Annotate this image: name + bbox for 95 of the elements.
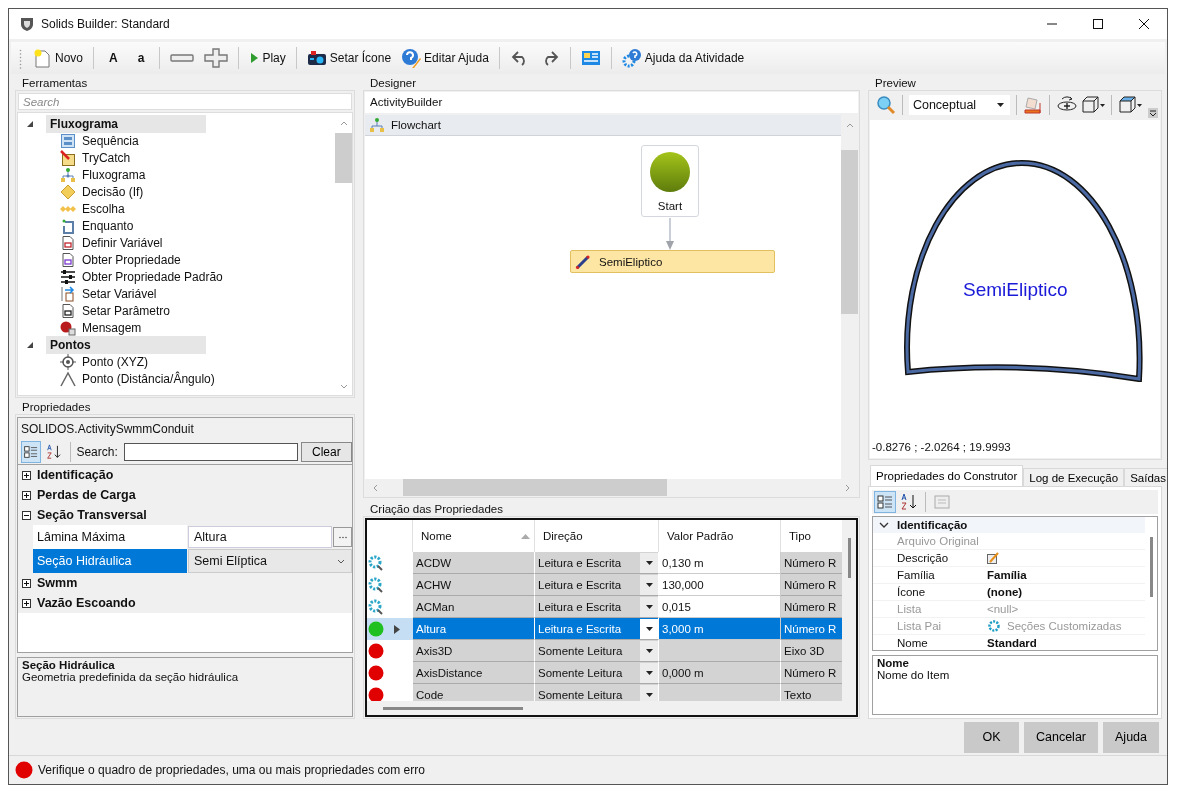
- ok-button[interactable]: OK: [964, 721, 1019, 753]
- tool-item[interactable]: Obter Propriedade: [18, 251, 335, 268]
- cancel-button[interactable]: Cancelar: [1024, 721, 1098, 753]
- table-cell: Número R: [781, 596, 842, 618]
- panel-title: Criação das Propriedades: [369, 502, 504, 516]
- font-larger-button[interactable]: A: [100, 49, 127, 67]
- shape-label: SemiEliptico: [963, 279, 1068, 301]
- status-message: Verifique o quadro de propriedades, uma ou mais propriedades com erro: [38, 763, 425, 777]
- table-cell: Altura: [413, 618, 535, 640]
- table-cell: Eixo 3D: [781, 640, 842, 662]
- tool-item[interactable]: Enquanto: [18, 217, 335, 234]
- tool-item[interactable]: Decisão (If): [18, 183, 335, 200]
- activity-help-button[interactable]: Ajuda da Atividade: [617, 46, 749, 70]
- direction-dropdown[interactable]: Leitura e Escrita: [535, 596, 659, 618]
- table-cell: Code: [413, 684, 535, 701]
- panel-title: Propriedades: [21, 400, 92, 414]
- category-header[interactable]: Fluxograma: [46, 114, 206, 133]
- direction-dropdown[interactable]: Leitura e Escrita: [535, 618, 659, 640]
- help-text: Nome do Item: [877, 669, 951, 681]
- play-button[interactable]: Play: [245, 46, 290, 70]
- set-icon-button[interactable]: Setar Ícone: [302, 46, 396, 70]
- help-text: Geometria predefinida da seção hidráulica: [22, 671, 240, 683]
- tool-item[interactable]: Escolha: [18, 200, 335, 217]
- direction-dropdown[interactable]: Leitura e Escrita: [535, 552, 659, 574]
- property-value: Seções Customizadas: [1007, 620, 1122, 632]
- property-name: Descrição: [896, 551, 950, 566]
- property-dropdown[interactable]: Semi Elíptica: [188, 549, 352, 573]
- table-cell: 3,000 m: [659, 618, 781, 640]
- table-cell: ACMan: [413, 596, 535, 618]
- category-header[interactable]: Swmm: [37, 576, 78, 590]
- table-cell: Número R: [781, 662, 842, 684]
- direction-dropdown[interactable]: Somente Leitura: [535, 662, 659, 684]
- property-name: Nome: [896, 636, 929, 650]
- tool-item[interactable]: Setar Variável: [18, 285, 335, 302]
- tool-item[interactable]: Ponto (XYZ): [18, 353, 335, 370]
- object-name: SOLIDOS.ActivitySwmmConduit: [20, 421, 195, 438]
- tool-item[interactable]: Setar Parâmetro: [18, 302, 335, 319]
- direction-dropdown[interactable]: Leitura e Escrita: [535, 574, 659, 596]
- table-cell: Número R: [781, 552, 842, 574]
- coordinates-readout: -0.8276 ; -2.0264 ; 19.9993: [872, 441, 1011, 453]
- tab[interactable]: Saídas: [1124, 468, 1167, 486]
- property-name[interactable]: Seção Hidráulica: [33, 549, 187, 573]
- property-name[interactable]: Lâmina Máxima: [33, 525, 187, 549]
- property-name: Ícone: [896, 585, 927, 600]
- property-value: <null>: [987, 603, 1019, 615]
- flowchart-title: Flowchart: [391, 119, 441, 131]
- window-title: Solids Builder: Standard: [41, 17, 170, 31]
- edit-help-button[interactable]: Editar Ajuda: [397, 46, 493, 70]
- tool-item[interactable]: Obter Propriedade Padrão: [18, 268, 335, 285]
- property-name: Arquivo Original: [896, 534, 980, 549]
- category-header[interactable]: Pontos: [46, 335, 206, 354]
- clear-button[interactable]: Clear: [300, 442, 352, 462]
- property-value: (none): [987, 586, 1023, 598]
- panel-title: Ferramentas: [21, 76, 89, 90]
- tab[interactable]: Propriedades do Construtor: [870, 465, 1024, 486]
- property-name: Lista Pai: [896, 619, 943, 634]
- tool-item[interactable]: Mensagem: [18, 319, 335, 336]
- property-name: Lista: [896, 602, 923, 617]
- activity-node[interactable]: SemiEliptico: [570, 250, 775, 273]
- search-label: Search:: [76, 445, 118, 459]
- table-cell: 130,000: [659, 574, 781, 596]
- property-value: Família: [987, 569, 1027, 581]
- tool-item[interactable]: Sequência: [18, 132, 335, 149]
- panel-title: Designer: [369, 76, 418, 90]
- tool-item[interactable]: Ponto (Distância/Ângulo): [18, 370, 335, 387]
- new-button[interactable]: Novo: [28, 46, 87, 70]
- font-smaller-button[interactable]: a: [128, 49, 154, 67]
- help-title: Nome: [877, 657, 910, 669]
- table-cell: Texto: [781, 684, 842, 701]
- table-cell: Axis3D: [413, 640, 535, 662]
- view-mode-dropdown[interactable]: Conceptual: [908, 95, 1011, 115]
- property-name: Família: [896, 568, 936, 583]
- panel-title: Preview: [874, 76, 917, 90]
- table-cell: Número R: [781, 574, 842, 596]
- table-cell: Número R: [781, 618, 842, 640]
- tool-item[interactable]: TryCatch: [18, 149, 335, 166]
- property-value: Standard: [987, 637, 1037, 649]
- direction-dropdown[interactable]: Somente Leitura: [535, 640, 659, 662]
- tab[interactable]: Log de Execução: [1023, 468, 1125, 486]
- table-cell: ACHW: [413, 574, 535, 596]
- table-cell: ACDW: [413, 552, 535, 574]
- tool-item[interactable]: Fluxograma: [18, 166, 335, 183]
- table-cell: 0,000 m: [659, 662, 781, 684]
- table-cell: 0,015: [659, 596, 781, 618]
- help-title: Seção Hidráulica: [22, 659, 116, 671]
- tool-item[interactable]: Definir Variável: [18, 234, 335, 251]
- table-cell: 0,130 m: [659, 552, 781, 574]
- table-cell: AxisDistance: [413, 662, 535, 684]
- category-header[interactable]: Identificação: [37, 468, 114, 482]
- property-value-field[interactable]: Altura: [188, 526, 332, 548]
- help-button[interactable]: Ajuda: [1103, 721, 1159, 753]
- direction-dropdown[interactable]: Somente Leitura: [535, 684, 659, 701]
- breadcrumb[interactable]: ActivityBuilder: [365, 92, 858, 113]
- start-node[interactable]: Start: [641, 145, 699, 217]
- category-header[interactable]: Identificação: [897, 519, 968, 531]
